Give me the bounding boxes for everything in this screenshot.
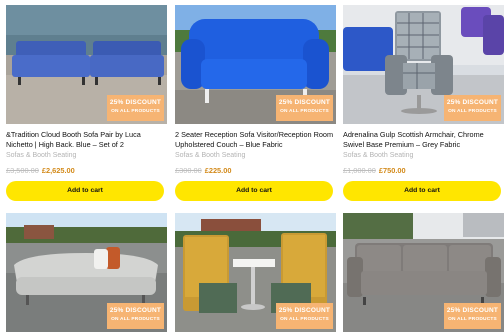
discount-badge: 25% DISCOUNT ON ALL PRODUCTS (276, 303, 333, 329)
product-image[interactable]: 25% DISCOUNT ON ALL PRODUCTS (6, 5, 167, 124)
old-price: £3,500.00 (6, 166, 39, 175)
discount-badge-subtext: ON ALL PRODUCTS (111, 316, 160, 322)
sale-price: £750.00 (378, 166, 406, 175)
old-price: £1,000.00 (343, 166, 376, 175)
sale-price: £2,625.00 (41, 166, 75, 175)
product-title[interactable]: 2 Seater Reception Sofa Visitor/Receptio… (175, 130, 336, 150)
discount-badge-subtext: ON ALL PRODUCTS (111, 108, 160, 114)
discount-badge: 25% DISCOUNT ON ALL PRODUCTS (276, 95, 333, 121)
product-card: 25% DISCOUNT ON ALL PRODUCTS (175, 213, 336, 332)
discount-badge: 25% DISCOUNT ON ALL PRODUCTS (444, 95, 501, 121)
product-category[interactable]: Sofas & Booth Seating (6, 152, 167, 162)
product-grid: 25% DISCOUNT ON ALL PRODUCTS &Tradition … (0, 0, 504, 332)
old-price: £300.00 (175, 166, 202, 175)
product-image[interactable]: 25% DISCOUNT ON ALL PRODUCTS (6, 213, 167, 332)
product-image[interactable]: 25% DISCOUNT ON ALL PRODUCTS (343, 5, 504, 124)
discount-badge-subtext: ON ALL PRODUCTS (448, 316, 497, 322)
discount-badge-text: 25% DISCOUNT (278, 99, 331, 106)
product-price: £300.00 £225.00 (175, 166, 336, 176)
product-image[interactable]: 25% DISCOUNT ON ALL PRODUCTS (343, 213, 504, 332)
product-card: 25% DISCOUNT ON ALL PRODUCTS 2 Seater Re… (175, 5, 336, 201)
add-to-cart-button[interactable]: Add to cart (6, 181, 164, 201)
sale-price: £225.00 (204, 166, 232, 175)
discount-badge-subtext: ON ALL PRODUCTS (448, 108, 497, 114)
product-title[interactable]: &Tradition Cloud Booth Sofa Pair by Luca… (6, 130, 167, 150)
product-card: 25% DISCOUNT ON ALL PRODUCTS &Tradition … (6, 5, 167, 201)
product-category[interactable]: Sofas & Booth Seating (343, 152, 504, 162)
product-card: 25% DISCOUNT ON ALL PRODUCTS (343, 213, 504, 332)
discount-badge: 25% DISCOUNT ON ALL PRODUCTS (107, 303, 164, 329)
discount-badge-text: 25% DISCOUNT (446, 99, 499, 106)
product-card: 25% DISCOUNT ON ALL PRODUCTS Adrenalina … (343, 5, 504, 201)
discount-badge-text: 25% DISCOUNT (446, 307, 499, 314)
product-price: £1,000.00 £750.00 (343, 166, 504, 176)
product-image[interactable]: 25% DISCOUNT ON ALL PRODUCTS (175, 5, 336, 124)
discount-badge-subtext: ON ALL PRODUCTS (280, 108, 329, 114)
discount-badge-text: 25% DISCOUNT (278, 307, 331, 314)
add-to-cart-button[interactable]: Add to cart (343, 181, 501, 201)
add-to-cart-button[interactable]: Add to cart (175, 181, 333, 201)
product-price: £3,500.00 £2,625.00 (6, 166, 167, 176)
product-title[interactable]: Adrenalina Gulp Scottish Armchair, Chrom… (343, 130, 504, 150)
product-image[interactable]: 25% DISCOUNT ON ALL PRODUCTS (175, 213, 336, 332)
product-category[interactable]: Sofas & Booth Seating (175, 152, 336, 162)
discount-badge: 25% DISCOUNT ON ALL PRODUCTS (444, 303, 501, 329)
product-card: 25% DISCOUNT ON ALL PRODUCTS (6, 213, 167, 332)
discount-badge-text: 25% DISCOUNT (109, 99, 162, 106)
discount-badge: 25% DISCOUNT ON ALL PRODUCTS (107, 95, 164, 121)
discount-badge-subtext: ON ALL PRODUCTS (280, 316, 329, 322)
discount-badge-text: 25% DISCOUNT (109, 307, 162, 314)
